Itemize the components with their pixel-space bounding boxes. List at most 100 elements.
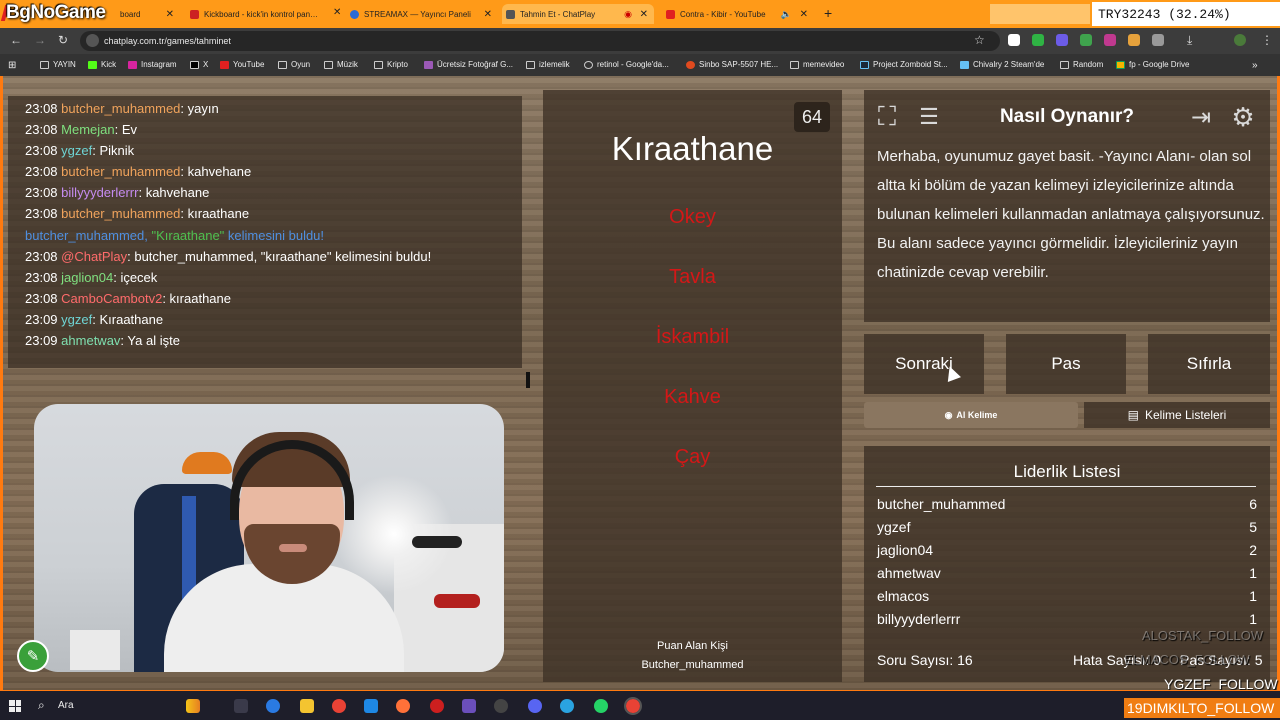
- close-icon[interactable]: ✕: [484, 9, 492, 20]
- bookmark[interactable]: X: [190, 60, 208, 69]
- extension-icon[interactable]: [1080, 34, 1092, 46]
- folder-icon: [790, 60, 799, 69]
- bookmark[interactable]: Random: [1060, 60, 1103, 69]
- extension-icon[interactable]: [1032, 34, 1044, 46]
- apps-icon[interactable]: ⊞: [8, 60, 16, 71]
- tab-kickboard[interactable]: Kickboard - kick'in kontrol pan…: [186, 4, 342, 24]
- bookmark[interactable]: memevideo: [790, 60, 844, 69]
- youtube-icon: [666, 9, 675, 19]
- scorer-label: Puan Alan Kişi: [657, 640, 728, 652]
- chat-message: 23:09 ygzef: Kıraathane: [25, 312, 163, 327]
- bookmarks-bar: ⊞ YAYIN Kick Instagram X YouTube Oyun Mü…: [0, 54, 1280, 76]
- extension-icon[interactable]: [1008, 34, 1020, 46]
- bookmark[interactable]: Kick: [88, 60, 116, 69]
- chat-username[interactable]: ahmetwav: [61, 333, 120, 348]
- bookmark[interactable]: Project Zomboid St...: [860, 60, 948, 69]
- task-view-icon[interactable]: [234, 699, 248, 713]
- bookmark[interactable]: YouTube: [220, 60, 264, 69]
- reload-icon[interactable]: ↻: [58, 33, 68, 47]
- chat-username[interactable]: CamboCambotv2: [61, 291, 162, 306]
- taskbar-search[interactable]: Ara: [58, 700, 74, 711]
- gear-icon[interactable]: ⚙: [1226, 100, 1260, 134]
- leaderboard-row: ahmetwav 1: [877, 565, 1257, 581]
- speaker-icon[interactable]: 🔈: [781, 9, 792, 20]
- pencil-icon: ✎: [26, 648, 40, 665]
- globe-icon: [350, 9, 359, 19]
- opera-icon[interactable]: [430, 699, 444, 713]
- chat-username[interactable]: butcher_muhammed: [61, 101, 180, 116]
- reset-button[interactable]: Sıfırla: [1148, 334, 1270, 394]
- tab-youtube[interactable]: Contra - Kibir - YouTube 🔈 ✕: [662, 4, 814, 24]
- bookmark[interactable]: Müzik: [324, 60, 358, 69]
- url-field[interactable]: chatplay.com.tr/games/tahminet: [80, 31, 1000, 51]
- firefox-icon[interactable]: [396, 699, 410, 713]
- close-icon[interactable]: ✕: [166, 9, 174, 20]
- bookmark[interactable]: Oyun: [278, 60, 310, 69]
- widgets-icon[interactable]: [186, 699, 200, 713]
- whatsapp-icon[interactable]: [594, 699, 608, 713]
- discord-icon[interactable]: [528, 699, 542, 713]
- tab-kickboard-partial[interactable]: board ✕: [96, 4, 180, 24]
- back-icon[interactable]: ←: [10, 33, 22, 47]
- file-explorer-icon[interactable]: [300, 699, 314, 713]
- download-icon[interactable]: ⤓: [1187, 33, 1192, 48]
- telegram-icon[interactable]: [560, 699, 574, 713]
- next-button[interactable]: Sonraki: [864, 334, 984, 394]
- close-icon[interactable]: ✕: [333, 7, 341, 18]
- close-icon[interactable]: ✕: [800, 9, 808, 20]
- windows-start-icon[interactable]: [9, 700, 21, 712]
- search-icon[interactable]: ⌕: [38, 698, 45, 713]
- bookmark[interactable]: Sinbo SAP-5507 HE...: [686, 60, 778, 69]
- chat-username[interactable]: ygzef: [61, 312, 92, 327]
- chrome-icon[interactable]: [624, 697, 642, 715]
- chat-username[interactable]: ygzef: [61, 143, 92, 158]
- chat-username[interactable]: Memejan: [61, 122, 114, 137]
- logout-icon[interactable]: ⇥: [1184, 100, 1218, 134]
- bookmark[interactable]: fp - Google Drive: [1116, 60, 1189, 69]
- edit-pencil-button[interactable]: ✎: [17, 640, 49, 672]
- bookmark[interactable]: izlemelik: [526, 60, 570, 69]
- new-tab-button[interactable]: +: [824, 5, 832, 21]
- chat-panel: 23:08 butcher_muhammed: yayın 23:08 Memej…: [8, 96, 530, 388]
- bookmark[interactable]: Instagram: [128, 60, 177, 69]
- chat-username[interactable]: jaglion04: [61, 270, 113, 285]
- countdown-timer: 64: [794, 102, 830, 132]
- chat-message: 23:08 billyyyderlerrr: kahvehane: [25, 185, 209, 200]
- avatar[interactable]: [1234, 34, 1246, 46]
- bookmark[interactable]: Chivalry 2 Steam'de: [960, 60, 1044, 69]
- chat-scrollbar[interactable]: [526, 372, 530, 388]
- site-info-icon[interactable]: [86, 34, 99, 47]
- pass-button[interactable]: Pas: [1006, 334, 1126, 394]
- bookmark-star-icon[interactable]: ☆: [974, 33, 985, 47]
- bookmark[interactable]: retinol - Google'da...: [584, 60, 669, 69]
- chat-username[interactable]: butcher_muhammed: [61, 206, 180, 221]
- chat-username[interactable]: billyyyderlerrr: [61, 185, 138, 200]
- chat-timestamp: 23:08: [25, 249, 58, 264]
- forward-icon[interactable]: →: [34, 33, 46, 47]
- howto-panel: ⛶ ☰ Nasıl Oynanır? ⇥ ⚙ Merhaba, oyunumuz…: [864, 90, 1270, 322]
- app-icon[interactable]: [494, 699, 508, 713]
- tab-streamax[interactable]: STREAMAX — Yayıncı Paneli ✕: [346, 4, 498, 24]
- instagram-icon: [128, 60, 137, 69]
- extension-icon[interactable]: [1056, 34, 1068, 46]
- close-icon[interactable]: ✕: [640, 9, 648, 20]
- chat-username[interactable]: @ChatPlay: [61, 249, 127, 264]
- obs-icon[interactable]: [462, 699, 476, 713]
- chevron-right-icon[interactable]: »: [1252, 60, 1258, 71]
- drive-icon: [1116, 60, 1125, 69]
- word-lists-button[interactable]: ▤ Kelime Listeleri: [1084, 402, 1270, 428]
- menu-icon[interactable]: ⋮: [1261, 33, 1273, 47]
- tab-chatplay[interactable]: Tahmin Et - ChatPlay ◉ ✕: [502, 4, 654, 24]
- extension-icon[interactable]: [1104, 34, 1116, 46]
- puzzle-icon[interactable]: [1152, 34, 1164, 46]
- copilot-icon[interactable]: [266, 699, 280, 713]
- bookmark[interactable]: Kripto: [374, 60, 408, 69]
- bookmark[interactable]: YAYIN: [40, 60, 76, 69]
- extension-icon[interactable]: [1128, 34, 1140, 46]
- bookmark[interactable]: Ücretsiz Fotoğraf G...: [424, 60, 513, 69]
- chat-username[interactable]: butcher_muhammed: [61, 164, 180, 179]
- kick-icon: [190, 9, 199, 19]
- get-word-button[interactable]: ◉ Al Kelime: [864, 402, 1078, 428]
- chrome-icon[interactable]: [332, 699, 346, 713]
- mail-icon[interactable]: [364, 699, 378, 713]
